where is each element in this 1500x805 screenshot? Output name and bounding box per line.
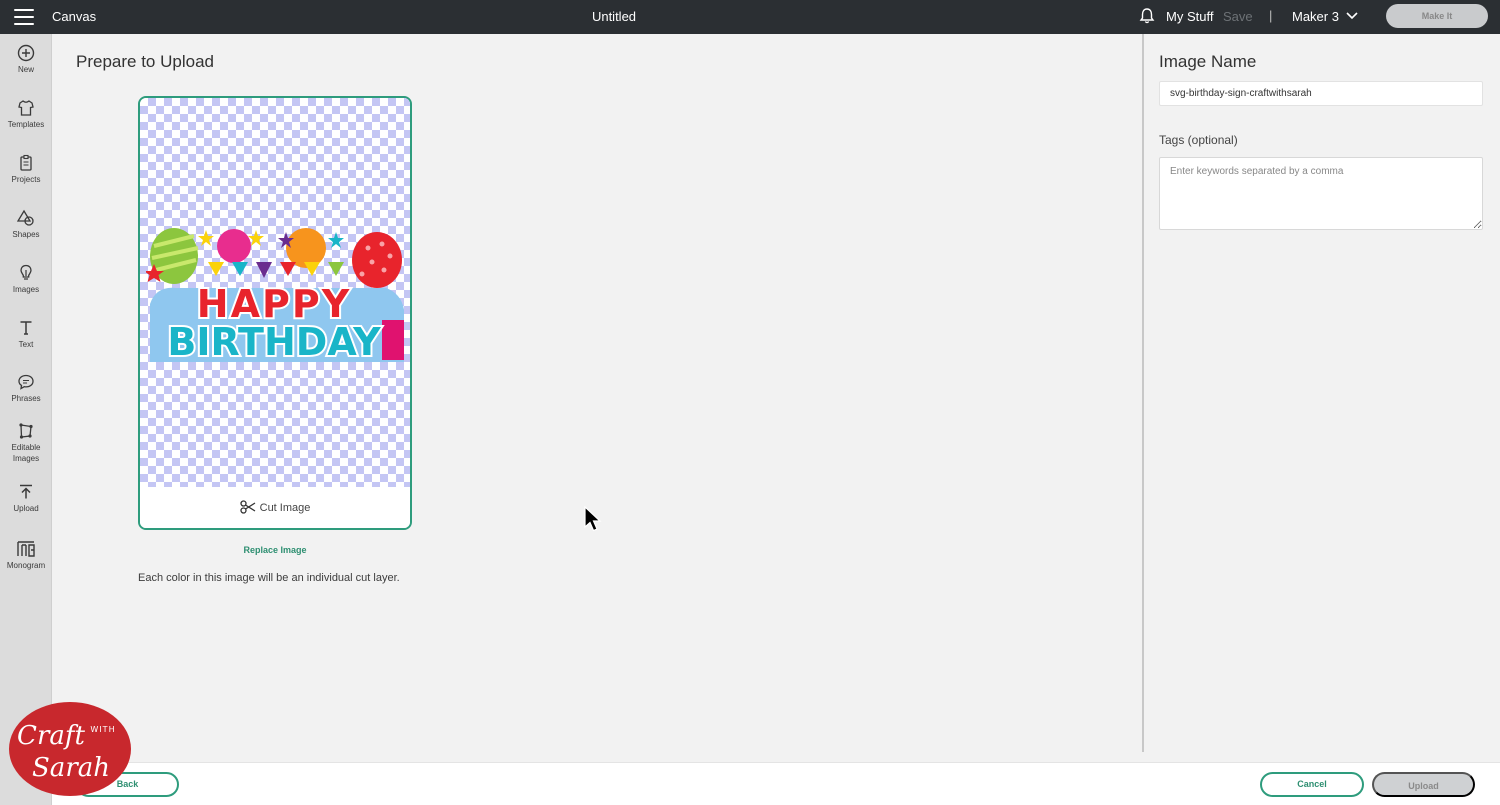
chevron-down-icon[interactable] bbox=[1346, 11, 1358, 21]
topbar-separator: | bbox=[1269, 8, 1273, 23]
sidebar-item-label: Projects bbox=[11, 175, 41, 184]
sidebar-item-label: Editable Images bbox=[11, 443, 41, 463]
my-stuff-link[interactable]: My Stuff bbox=[1166, 9, 1213, 24]
monogram-icon bbox=[17, 541, 35, 557]
save-button[interactable]: Save bbox=[1223, 9, 1253, 24]
sidebar-item-images[interactable]: Images bbox=[0, 264, 52, 295]
sidebar-item-label: Upload bbox=[13, 504, 39, 513]
sidebar-item-projects[interactable]: Projects bbox=[0, 154, 52, 185]
image-preview-card: HAPPY BIRTHDAY Cut Image bbox=[138, 96, 412, 530]
sidebar-item-label: New bbox=[17, 65, 34, 74]
sidebar-item-upload[interactable]: Upload bbox=[0, 483, 52, 514]
upload-button[interactable]: Upload bbox=[1372, 772, 1475, 797]
artwork-line-birthday: BIRTHDAY bbox=[167, 320, 381, 364]
logo-with-text: WITH bbox=[90, 725, 115, 734]
lightbulb-icon bbox=[20, 264, 32, 280]
left-sidebar: New Templates Projects Shapes Images Tex… bbox=[0, 34, 52, 805]
cut-image-option[interactable]: Cut Image bbox=[140, 487, 410, 528]
panel-divider bbox=[1142, 34, 1144, 752]
image-name-input[interactable] bbox=[1159, 81, 1483, 106]
make-it-button[interactable]: Make It bbox=[1386, 4, 1488, 28]
sidebar-item-shapes[interactable]: Shapes bbox=[0, 209, 52, 240]
logo-craft-text: Craft bbox=[17, 721, 85, 751]
cancel-button[interactable]: Cancel bbox=[1260, 772, 1364, 797]
birthday-artwork: HAPPY BIRTHDAY bbox=[146, 228, 404, 366]
notification-bell-icon[interactable] bbox=[1138, 7, 1156, 25]
cut-image-label: Cut Image bbox=[259, 502, 311, 514]
sidebar-item-label: Templates bbox=[7, 120, 45, 129]
speech-bubble-icon bbox=[18, 374, 34, 390]
page-title: Prepare to Upload bbox=[76, 52, 214, 71]
document-title: Untitled bbox=[591, 9, 637, 24]
sidebar-item-label: Phrases bbox=[11, 394, 41, 403]
sidebar-item-phrases[interactable]: Phrases bbox=[0, 373, 52, 404]
machine-selector[interactable]: Maker 3 bbox=[1292, 9, 1339, 24]
cut-layers-note: Each color in this image will be an indi… bbox=[138, 572, 400, 584]
tags-label: Tags (optional) bbox=[1159, 133, 1238, 147]
top-bar: Canvas Untitled My Stuff Save | Maker 3 … bbox=[0, 0, 1500, 34]
sidebar-item-monogram[interactable]: Monogram bbox=[0, 540, 52, 571]
sidebar-item-label: Text bbox=[18, 340, 34, 349]
clipboard-icon bbox=[20, 154, 32, 171]
sidebar-item-templates[interactable]: Templates bbox=[0, 99, 52, 130]
sidebar-item-label: Shapes bbox=[12, 230, 40, 239]
image-name-heading: Image Name bbox=[1159, 52, 1257, 71]
upload-icon bbox=[20, 484, 32, 499]
editable-image-icon bbox=[19, 423, 33, 439]
sidebar-item-label: Images bbox=[12, 285, 40, 294]
sidebar-item-text[interactable]: Text bbox=[0, 319, 52, 350]
tags-input[interactable] bbox=[1159, 157, 1483, 230]
text-t-icon bbox=[20, 321, 32, 335]
shapes-icon bbox=[17, 209, 34, 226]
sidebar-item-new[interactable]: New bbox=[0, 44, 52, 75]
craft-with-sarah-logo: Craft WITH Sarah bbox=[9, 702, 131, 796]
plus-circle-icon bbox=[17, 44, 35, 62]
replace-image-link[interactable]: Replace Image bbox=[138, 545, 412, 555]
shirt-icon bbox=[18, 100, 34, 116]
sidebar-item-label: Monogram bbox=[6, 561, 46, 570]
mouse-cursor-icon bbox=[584, 506, 602, 532]
scissors-icon bbox=[239, 500, 255, 514]
logo-sarah-text: Sarah bbox=[32, 753, 110, 783]
sidebar-item-editable-images[interactable]: Editable Images bbox=[0, 422, 52, 464]
